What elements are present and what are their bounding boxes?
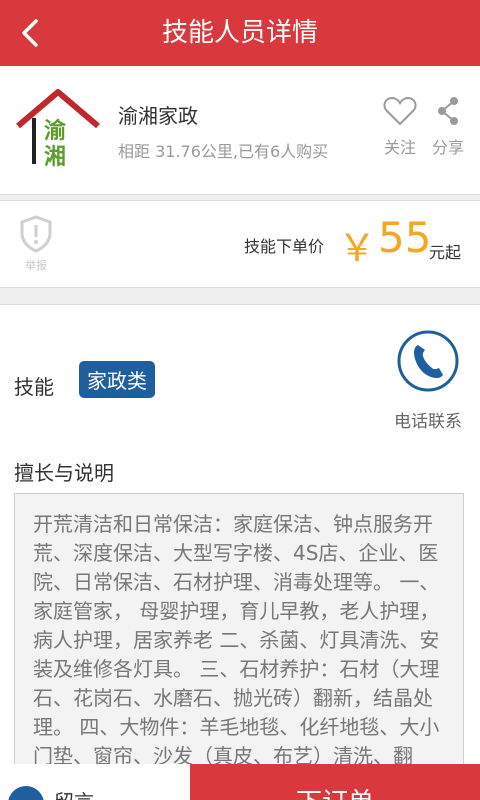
description-title: 擅长与说明 (14, 461, 114, 485)
message-label: 留言 (54, 786, 94, 800)
share-icon (438, 97, 458, 125)
follow-button[interactable]: 关注 (380, 96, 420, 158)
svg-text:湘: 湘 (44, 145, 66, 170)
top-bar: 技能人员详情 (0, 0, 480, 66)
place-order-button[interactable]: 下订单 (190, 764, 480, 800)
heart-icon (383, 96, 417, 126)
currency-symbol: ￥ (338, 226, 377, 270)
shop-distance-info: 相距 31.76公里,已有6人购买 (118, 142, 329, 161)
report-label: 举报 (25, 259, 47, 272)
price-value: 55 (378, 213, 432, 262)
share-label: 分享 (431, 138, 464, 157)
shield-warning-icon (20, 215, 52, 253)
svg-text:渝: 渝 (44, 118, 67, 144)
phone-contact-button[interactable]: 电话联系 (388, 329, 468, 432)
report-button[interactable]: 举报 (16, 215, 56, 273)
price-section: 举报 技能下单价 ￥ 55 元起 (0, 200, 480, 288)
description-text: 开荒清洁和日常保洁：家庭保洁、钟点服务开荒、深度保洁、大型写字楼、4S店、企业、… (14, 493, 464, 783)
skill-tag[interactable]: 家政类 (79, 361, 155, 398)
shop-card: 渝 湘 渝湘家政 相距 31.76公里,已有6人购买 关注 分享 (0, 66, 480, 195)
message-button[interactable]: 留言 (0, 764, 190, 800)
phone-icon (397, 330, 459, 392)
price-unit: 元起 (429, 243, 462, 262)
follow-label: 关注 (383, 138, 416, 157)
phone-contact-label: 电话联系 (394, 412, 462, 432)
shop-logo: 渝 湘 (16, 89, 100, 170)
share-button[interactable]: 分享 (428, 96, 468, 158)
page-title: 技能人员详情 (161, 18, 318, 48)
skill-label: 技能 (14, 375, 54, 399)
detail-section: 技能 家政类 电话联系 擅长与说明 开荒清洁和日常保洁：家庭保洁、钟点服务开荒、… (0, 304, 480, 783)
bottom-bar: 留言 下订单 (0, 764, 480, 800)
shop-name: 渝湘家政 (118, 104, 198, 128)
message-icon (8, 786, 44, 800)
price-label: 技能下单价 (244, 237, 325, 256)
place-order-label: 下订单 (190, 782, 480, 800)
